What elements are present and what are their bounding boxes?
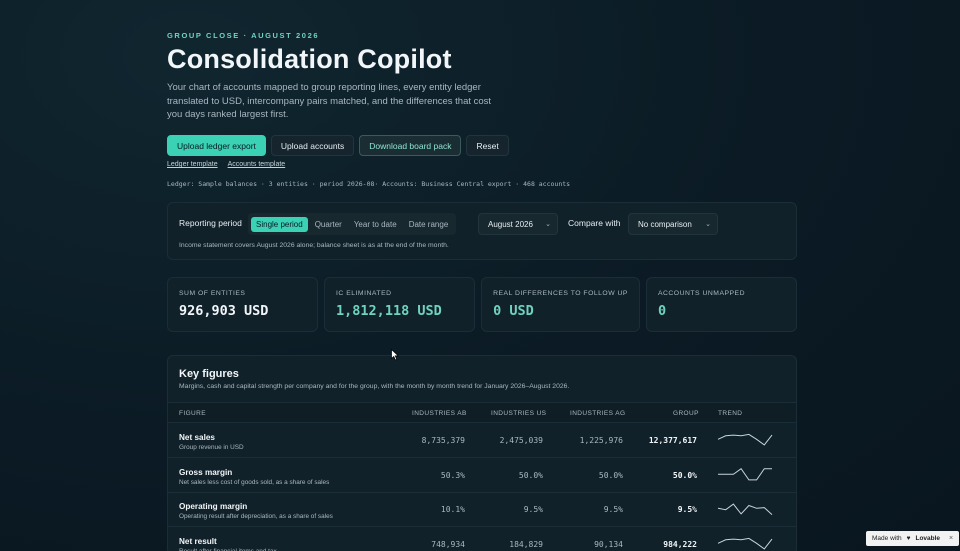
trend-sparkline: [718, 467, 772, 480]
ledger-template-link[interactable]: Ledger template: [167, 161, 218, 168]
eyebrow: GROUP CLOSE · AUGUST 2026: [167, 31, 320, 40]
action-buttons: Upload ledger export Upload accounts Dow…: [167, 135, 509, 156]
template-links: Ledger template Accounts template: [167, 161, 285, 168]
download-board-pack-button[interactable]: Download board pack: [359, 135, 462, 156]
trend-line: [717, 433, 773, 446]
table-row[interactable]: Gross margin Net sales less cost of goods…: [168, 459, 796, 493]
kpi-sum-of-entities: SUM OF ENTITIES 926,903 USD: [167, 277, 319, 332]
value-group: 12,377,617: [648, 436, 697, 445]
lovable-logo-icon: ♥: [906, 535, 911, 542]
col-trend: TREND: [718, 410, 743, 417]
mouse-pointer-icon: [391, 349, 399, 361]
upload-accounts-button[interactable]: Upload accounts: [270, 135, 355, 156]
kpi-ic-eliminated: IC ELIMINATED 1,812,118 USD: [324, 277, 476, 332]
table-row[interactable]: Net sales Group revenue in USD 8,735,379 2,…: [168, 424, 796, 458]
figure-description: Net sales less cost of goods sold, as a …: [179, 478, 330, 486]
lovable-brand: Lovable: [915, 535, 941, 542]
kpi-value: 926,903 USD: [179, 303, 269, 319]
trend-sparkline: [717, 537, 773, 550]
figure-name: Net sales: [179, 433, 215, 442]
value-group: 9.5%: [677, 505, 697, 514]
col-group: GROUP: [673, 410, 699, 417]
figure-name: Gross margin: [179, 467, 233, 477]
value-industries-us: 50.0%: [518, 470, 543, 480]
figure-description: Result after financial items and tax: [179, 547, 277, 551]
accounts-template-link[interactable]: Accounts template: [228, 161, 286, 168]
col-figure: FIGURE: [179, 410, 206, 417]
reporting-period-panel: Reporting period Single period Quarter Y…: [167, 202, 797, 260]
table-row[interactable]: Operating margin Operating result after d…: [168, 493, 796, 527]
reporting-period-label: Reporting period: [179, 218, 242, 228]
value-industries-us: 9.5%: [523, 505, 543, 514]
trend-sparkline: [717, 433, 773, 446]
kpi-value: 0 USD: [493, 303, 534, 319]
made-with-label: Made with: [872, 535, 902, 542]
made-with-badge[interactable]: Made with ♥ Lovable ×: [866, 531, 960, 546]
figure-description: Group revenue in USD: [179, 444, 244, 451]
key-figures-title: Key figures: [179, 368, 239, 380]
reset-button[interactable]: Reset: [466, 135, 509, 156]
key-figures-panel: Key figures Margins, cash and capital st…: [167, 355, 797, 551]
period-note: Income statement covers August 2026 alon…: [179, 242, 449, 249]
key-figures-subtitle: Margins, cash and capital strength per c…: [179, 383, 570, 390]
table-header: FIGURE INDUSTRIES AB INDUSTRIES US INDUS…: [168, 402, 796, 423]
value-industries-ab: 748,934: [431, 539, 465, 549]
kpi-value: 1,812,118 USD: [336, 303, 442, 319]
page-title: Consolidation Copilot: [167, 44, 452, 74]
table-row[interactable]: Net result Result after financial items a…: [168, 528, 796, 551]
value-industries-ab: 10.1%: [440, 505, 465, 514]
value-group: 984,222: [663, 539, 697, 549]
tab-quarter[interactable]: Quarter: [310, 217, 347, 232]
figure-description: Operating result after depreciation, as …: [179, 513, 333, 520]
kpi-label: REAL DIFFERENCES TO FOLLOW UP: [493, 290, 628, 297]
trend-line: [717, 503, 773, 515]
kpi-label: SUM OF ENTITIES: [179, 290, 246, 297]
tab-year-to-date[interactable]: Year to date: [349, 217, 402, 232]
close-icon[interactable]: ×: [949, 535, 953, 542]
value-industries-us: 184,829: [509, 539, 543, 549]
upload-ledger-button[interactable]: Upload ledger export: [167, 135, 266, 156]
col-industries-ag: INDUSTRIES AG: [570, 410, 626, 417]
month-select-value: August 2026: [488, 219, 533, 229]
col-industries-ab: INDUSTRIES AB: [412, 410, 467, 417]
kpi-label: ACCOUNTS UNMAPPED: [657, 290, 746, 297]
month-select[interactable]: August 2026 ⌄: [478, 213, 558, 235]
kpi-accounts-unmapped: ACCOUNTS UNMAPPED 0: [645, 277, 797, 332]
value-industries-ag: 50.0%: [598, 470, 623, 480]
figure-name: Net result: [179, 536, 217, 546]
kpi-label: IC ELIMINATED: [336, 290, 392, 297]
source-meta: Ledger: Sample balances · 3 entities · p…: [167, 180, 571, 188]
figure-name: Operating margin: [179, 502, 248, 511]
kpi-value: 0: [657, 303, 667, 319]
tab-date-range[interactable]: Date range: [404, 217, 454, 232]
value-industries-ag: 90,134: [594, 539, 623, 549]
value-industries-ab: 50.3%: [440, 470, 465, 480]
tab-single-period[interactable]: Single period: [251, 216, 308, 232]
intro-text: Your chart of accounts mapped to group r…: [167, 82, 492, 120]
col-industries-us: INDUSTRIES US: [491, 410, 547, 417]
compare-select[interactable]: No comparison ⌄: [628, 213, 718, 235]
trend-line: [717, 537, 773, 550]
compare-select-value: No comparison: [638, 219, 692, 229]
value-industries-ag: 1,225,976: [579, 436, 623, 445]
kpi-cards: SUM OF ENTITIES 926,903 USD IC ELIMINATE…: [167, 277, 797, 332]
chevron-down-icon: ⌄: [705, 221, 711, 228]
trend-sparkline: [717, 503, 773, 515]
value-industries-ab: 8,735,379: [421, 436, 465, 445]
value-industries-us: 2,475,039: [499, 436, 543, 445]
compare-label: Compare with: [568, 218, 621, 228]
trend-line: [718, 467, 772, 480]
kpi-real-differences: REAL DIFFERENCES TO FOLLOW UP 0 USD: [481, 277, 640, 332]
chevron-down-icon: ⌄: [545, 221, 551, 228]
value-group: 50.0%: [672, 470, 697, 480]
period-mode-segmented: Single period Quarter Year to date Date …: [248, 213, 457, 235]
value-industries-ag: 9.5%: [603, 505, 623, 514]
